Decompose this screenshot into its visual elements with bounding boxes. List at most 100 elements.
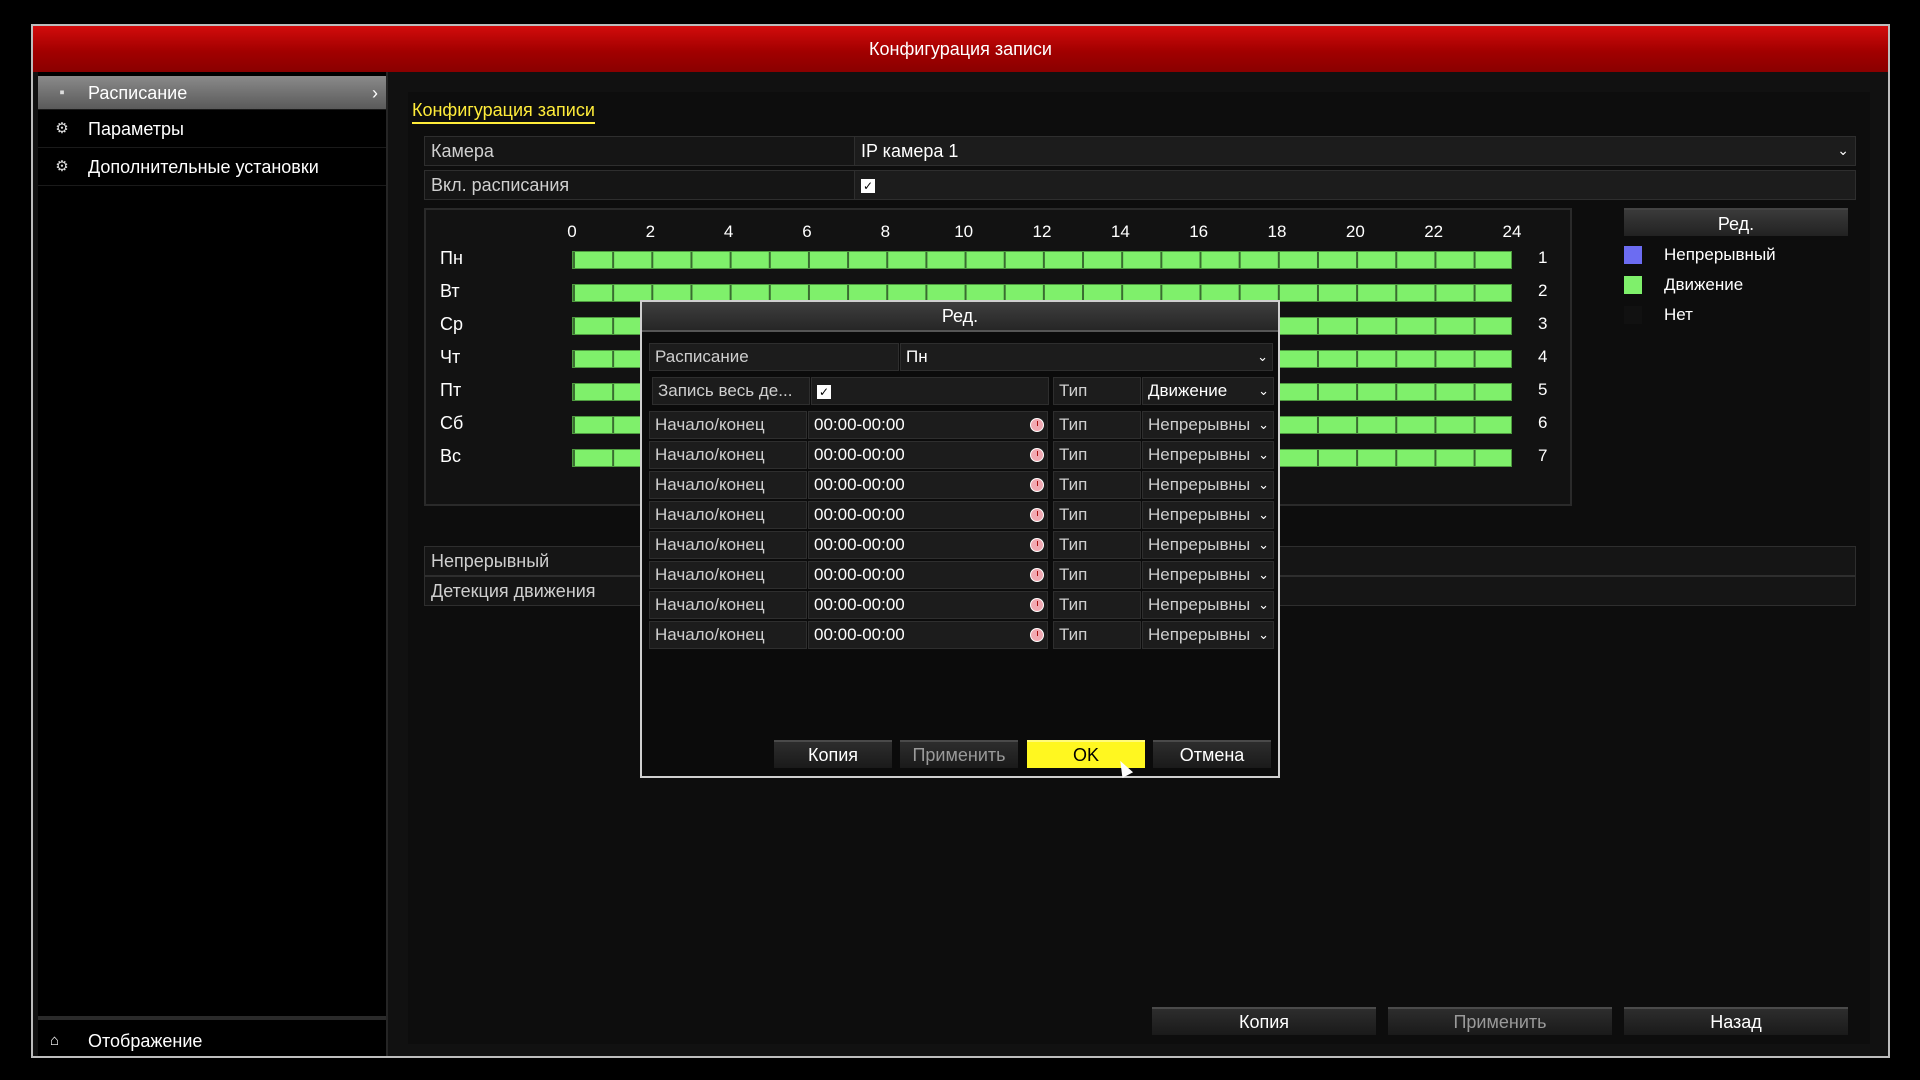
period-type-select[interactable]: Непрерывны ⌄ (1142, 561, 1274, 589)
sidebar-item-label: Расписание (88, 83, 188, 103)
period-label: Начало/конец (649, 531, 807, 559)
dialog-apply-button[interactable]: Применить (900, 740, 1018, 768)
clock-icon[interactable] (1030, 448, 1044, 462)
period-type-select[interactable]: Непрерывны ⌄ (1142, 411, 1274, 439)
day-number: 2 (1538, 281, 1548, 300)
legend-label: Движение (1664, 275, 1744, 294)
type-value: Движение (1148, 381, 1228, 400)
period-type-label: Тип (1053, 441, 1141, 469)
dialog-cancel-button[interactable]: Отмена (1153, 740, 1271, 768)
period-time-field-text: 00:00-00:00 (814, 565, 905, 584)
period-label-text: Начало/конец (655, 475, 765, 494)
dialog-title: Ред. (642, 302, 1278, 332)
schedule-enable-label: Вкл. расписания (425, 171, 855, 199)
day-number: 1 (1538, 248, 1548, 267)
period-type-label-text: Тип (1059, 535, 1088, 554)
legend-label: Нет (1664, 305, 1693, 324)
clock-icon[interactable] (1030, 418, 1044, 432)
period-time-field[interactable]: 00:00-00:00 (808, 411, 1048, 439)
chevron-down-icon: ⌄ (1258, 507, 1269, 522)
sidebar-item-schedule[interactable]: ▪ Расписание › (38, 76, 386, 110)
day-value: Пн (906, 347, 928, 366)
all-day-type-select[interactable]: Движение ⌄ (1142, 377, 1274, 405)
hour-tick-label: 0 (567, 222, 577, 241)
clock-icon[interactable] (1030, 508, 1044, 522)
period-type-label-text: Тип (1059, 475, 1088, 494)
clock-icon[interactable] (1030, 568, 1044, 582)
sidebar: ▪ Расписание › ⚙ Параметры ⚙ Дополнитель… (38, 72, 388, 1056)
chevron-down-icon: ⌄ (1258, 477, 1269, 492)
clock-icon[interactable] (1030, 478, 1044, 492)
period-label-text: Начало/конец (655, 535, 765, 554)
period-type-select-text: Непрерывны (1148, 595, 1251, 614)
chevron-down-icon: ⌄ (1258, 417, 1269, 432)
copy-button[interactable]: Копия (1152, 1007, 1376, 1035)
period-type-select[interactable]: Непрерывны ⌄ (1142, 591, 1274, 619)
day-label: Пт (440, 380, 462, 400)
camera-select[interactable]: IP камера 1 ⌄ (857, 137, 1855, 165)
period-time-field[interactable]: 00:00-00:00 (808, 441, 1048, 469)
day-number: 3 (1538, 314, 1548, 333)
period-time-field[interactable]: 00:00-00:00 (808, 501, 1048, 529)
period-time-field[interactable]: 00:00-00:00 (808, 591, 1048, 619)
legend-item-motion: Движение (1624, 270, 1848, 300)
period-time-field-text: 00:00-00:00 (814, 625, 905, 644)
period-time-field[interactable]: 00:00-00:00 (808, 561, 1048, 589)
period-time-field[interactable]: 00:00-00:00 (808, 531, 1048, 559)
motion-swatch (1624, 276, 1642, 294)
schedule-enable-checkbox[interactable]: ✓ (861, 179, 875, 194)
period-time-field-text: 00:00-00:00 (814, 505, 905, 524)
back-button[interactable]: Назад (1624, 1007, 1848, 1035)
period-time-field[interactable]: 00:00-00:00 (808, 471, 1048, 499)
chevron-down-icon: ⌄ (1258, 447, 1269, 462)
period-label-text: Начало/конец (655, 445, 765, 464)
period-time-field[interactable]: 00:00-00:00 (808, 621, 1048, 649)
legend-label: Непрерывный (1664, 245, 1776, 264)
period-type-label-text: Тип (1059, 595, 1088, 614)
sidebar-item-advanced[interactable]: ⚙ Дополнительные установки (38, 148, 386, 186)
clock-icon[interactable] (1030, 628, 1044, 642)
hour-tick-label: 22 (1424, 222, 1444, 241)
period-type-select-text: Непрерывны (1148, 565, 1251, 584)
chevron-down-icon: ⌄ (1257, 349, 1268, 364)
sidebar-item-parameters[interactable]: ⚙ Параметры (38, 110, 386, 148)
dialog-day-select[interactable]: Пн ⌄ (900, 343, 1273, 371)
day-label: Вт (440, 281, 460, 301)
day-label: Пн (440, 248, 463, 268)
sidebar-item-display[interactable]: ⌂ Отображение (38, 1016, 386, 1056)
day-number: 4 (1538, 347, 1548, 366)
dialog-copy-button[interactable]: Копия (774, 740, 892, 768)
day-label: Вс (440, 446, 462, 466)
period-label: Начало/конец (649, 561, 807, 589)
period-type-select[interactable]: Непрерывны ⌄ (1142, 531, 1274, 559)
clock-icon[interactable] (1030, 598, 1044, 612)
hour-tick-label: 8 (880, 222, 891, 241)
clock-icon[interactable] (1030, 538, 1044, 552)
legend-edit-button[interactable]: Ред. (1624, 208, 1848, 236)
chevron-down-icon: ⌄ (1258, 627, 1269, 642)
all-day-checkbox[interactable]: ✓ (817, 384, 831, 399)
hour-tick-label: 6 (802, 222, 812, 241)
period-type-select[interactable]: Непрерывны ⌄ (1142, 471, 1274, 499)
hour-tick-label: 2 (645, 222, 656, 241)
period-type-select-text: Непрерывны (1148, 625, 1251, 644)
day-number: 7 (1538, 446, 1548, 465)
chevron-down-icon: ⌄ (1258, 383, 1269, 398)
camera-value: IP камера 1 (861, 141, 959, 161)
camera-row: Камера IP камера 1 ⌄ (424, 136, 1856, 166)
period-type-select[interactable]: Непрерывны ⌄ (1142, 441, 1274, 469)
sidebar-item-label: Параметры (88, 119, 184, 139)
hour-tick-label: 20 (1345, 222, 1365, 241)
schedule-icon: ▪ (59, 84, 65, 101)
period-type-label-text: Тип (1059, 505, 1088, 524)
period-type-select[interactable]: Непрерывны ⌄ (1142, 501, 1274, 529)
period-time-field-text: 00:00-00:00 (814, 445, 905, 464)
period-type-label: Тип (1053, 531, 1141, 559)
all-day-type-label: Тип (1053, 377, 1141, 405)
period-type-label-text: Тип (1059, 565, 1088, 584)
apply-button[interactable]: Применить (1388, 1007, 1612, 1035)
continuous-swatch (1624, 246, 1642, 264)
period-type-select[interactable]: Непрерывны ⌄ (1142, 621, 1274, 649)
day-schedule-bar[interactable] (572, 251, 1512, 269)
chevron-down-icon: ⌄ (1258, 567, 1269, 582)
